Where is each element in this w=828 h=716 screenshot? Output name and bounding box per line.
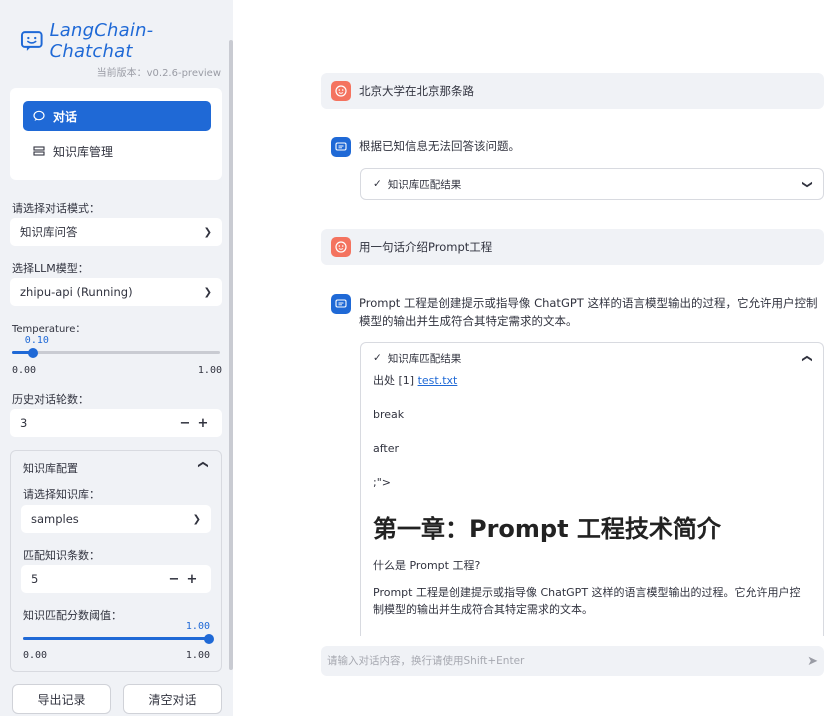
- chevron-down-icon: ❯: [801, 179, 813, 189]
- source-text: break: [373, 408, 405, 421]
- chevron-up-icon[interactable]: ❯: [197, 460, 208, 468]
- kb-select-value: samples: [31, 512, 79, 526]
- chat-logo-icon: [20, 31, 43, 51]
- threshold-value: 1.00: [185, 621, 210, 632]
- temperature-track: [12, 351, 220, 354]
- message-text: 北京大学在北京那条路: [359, 84, 474, 98]
- message-text: 根据已知信息无法回答该问题。: [359, 139, 520, 153]
- bot-chat-icon: [335, 142, 347, 151]
- bot-chat-icon: [335, 299, 347, 308]
- clear-button[interactable]: 清空对话: [123, 684, 222, 714]
- threshold-label: 知识匹配分数阈值：: [23, 609, 122, 622]
- source-link[interactable]: test.txt: [418, 374, 458, 387]
- source-prefix: 出处 [1]: [373, 374, 415, 387]
- nav-item-label: 对话: [53, 109, 78, 124]
- topk-label: 匹配知识条数：: [23, 549, 100, 562]
- threshold-fill: [23, 637, 209, 640]
- temperature-max: 1.00: [197, 365, 222, 376]
- llm-label: 选择LLM模型：: [12, 262, 89, 275]
- source-content: 出处 [1] test.txt break after ;"> 第一章：Prom…: [361, 373, 823, 635]
- chevron-down-icon: ❯: [203, 286, 212, 298]
- bot-avatar: [331, 137, 351, 157]
- nav-item-chat[interactable]: 对话: [23, 101, 211, 131]
- assistant-message: 根据已知信息无法回答该问题。: [331, 137, 520, 157]
- mode-select-value: 知识库问答: [20, 225, 78, 239]
- check-icon: ✓: [373, 352, 382, 364]
- temperature-min: 0.00: [12, 365, 37, 376]
- chevron-down-icon: ❯: [203, 226, 212, 238]
- expander-title: 知识库匹配结果: [387, 178, 462, 191]
- history-stepper[interactable]: 3 − +: [10, 409, 222, 437]
- threshold-max: 1.00: [185, 650, 210, 661]
- chevron-down-icon: ❯: [192, 513, 201, 525]
- check-icon: ✓: [373, 178, 382, 190]
- kb-select-label: 请选择知识库：: [23, 488, 100, 501]
- expander-header[interactable]: ✓ 知识库匹配结果 ❯: [361, 343, 823, 373]
- nav-item-kb-management[interactable]: 知识库管理: [23, 136, 211, 166]
- source-question: 什么是 Prompt 工程?: [373, 559, 481, 572]
- kb-results-expander-1[interactable]: ✓ 知识库匹配结果 ❯: [360, 168, 824, 200]
- chat-input-bar: ➤: [321, 646, 824, 676]
- source-heading: 第一章：Prompt 工程技术简介: [373, 515, 721, 543]
- history-label: 历史对话轮数：: [12, 393, 89, 406]
- chevron-up-icon: ❯: [801, 353, 813, 363]
- source-text: after: [373, 442, 400, 455]
- database-icon: [33, 146, 45, 156]
- minus-icon[interactable]: −: [176, 416, 194, 431]
- bot-avatar: [331, 294, 351, 314]
- expander-title: 知识库匹配结果: [387, 352, 462, 365]
- threshold-slider-thumb[interactable]: [204, 634, 214, 644]
- app-title: LangChain-Chatchat: [49, 20, 154, 62]
- message-text: 用一句话介绍Prompt工程: [359, 240, 493, 254]
- export-button[interactable]: 导出记录: [12, 684, 111, 714]
- nav-menu: 对话 知识库管理: [10, 88, 222, 180]
- nav-item-label: 知识库管理: [53, 144, 114, 159]
- user-face-icon: [335, 241, 347, 253]
- kb-results-expander-2: ✓ 知识库匹配结果 ❯ 出处 [1] test.txt break after …: [360, 342, 824, 636]
- app-logo: LangChain-Chatchat: [20, 20, 233, 62]
- temperature-slider-thumb[interactable]: [27, 348, 38, 358]
- mode-label: 请选择对话模式：: [12, 202, 100, 215]
- minus-icon[interactable]: −: [165, 572, 183, 587]
- kb-select[interactable]: samples ❯: [21, 505, 211, 533]
- history-value: 3: [20, 416, 28, 430]
- temperature-label: Temperature：: [12, 324, 86, 335]
- topk-value: 5: [31, 572, 39, 586]
- temperature-value: 0.10: [24, 335, 49, 346]
- user-message: 用一句话介绍Prompt工程: [321, 229, 824, 265]
- topk-stepper[interactable]: 5 − +: [21, 565, 211, 593]
- user-message: 北京大学在北京那条路: [321, 73, 824, 109]
- send-icon[interactable]: ➤: [807, 654, 818, 669]
- plus-icon[interactable]: +: [194, 416, 212, 431]
- mode-select[interactable]: 知识库问答 ❯: [10, 218, 222, 246]
- kb-config-panel: 知识库配置 ❯ 请选择知识库： samples ❯ 匹配知识条数： 5 − + …: [10, 450, 222, 672]
- plus-icon[interactable]: +: [183, 572, 201, 587]
- user-face-icon: [335, 85, 347, 97]
- version-label: 当前版本：v0.2.6-preview: [96, 68, 221, 79]
- llm-select-value: zhipu-api (Running): [20, 285, 133, 299]
- chat-bubble-icon: [33, 110, 45, 121]
- chat-input[interactable]: [327, 655, 808, 667]
- sidebar: LangChain-Chatchat 当前版本：v0.2.6-preview 对…: [0, 0, 233, 716]
- message-text: Prompt 工程是创建提示或指导像 ChatGPT 这样的语言模型输出的过程，…: [359, 296, 818, 328]
- chat-area: 北京大学在北京那条路 根据已知信息无法回答该问题。 ✓ 知识库匹配结果 ❯ 用一…: [233, 0, 828, 716]
- threshold-min: 0.00: [23, 650, 48, 661]
- llm-select[interactable]: zhipu-api (Running) ❯: [10, 278, 222, 306]
- source-text: ;">: [373, 476, 391, 489]
- assistant-message: Prompt 工程是创建提示或指导像 ChatGPT 这样的语言模型输出的过程，…: [331, 294, 824, 330]
- source-paragraph: Prompt 工程是创建提示或指导像 ChatGPT 这样的语言模型输出的过程。…: [373, 586, 801, 616]
- user-avatar: [331, 81, 351, 101]
- source-line: 出处 [1] test.txt: [373, 373, 811, 389]
- kb-config-title[interactable]: 知识库配置: [23, 460, 78, 476]
- user-avatar: [331, 237, 351, 257]
